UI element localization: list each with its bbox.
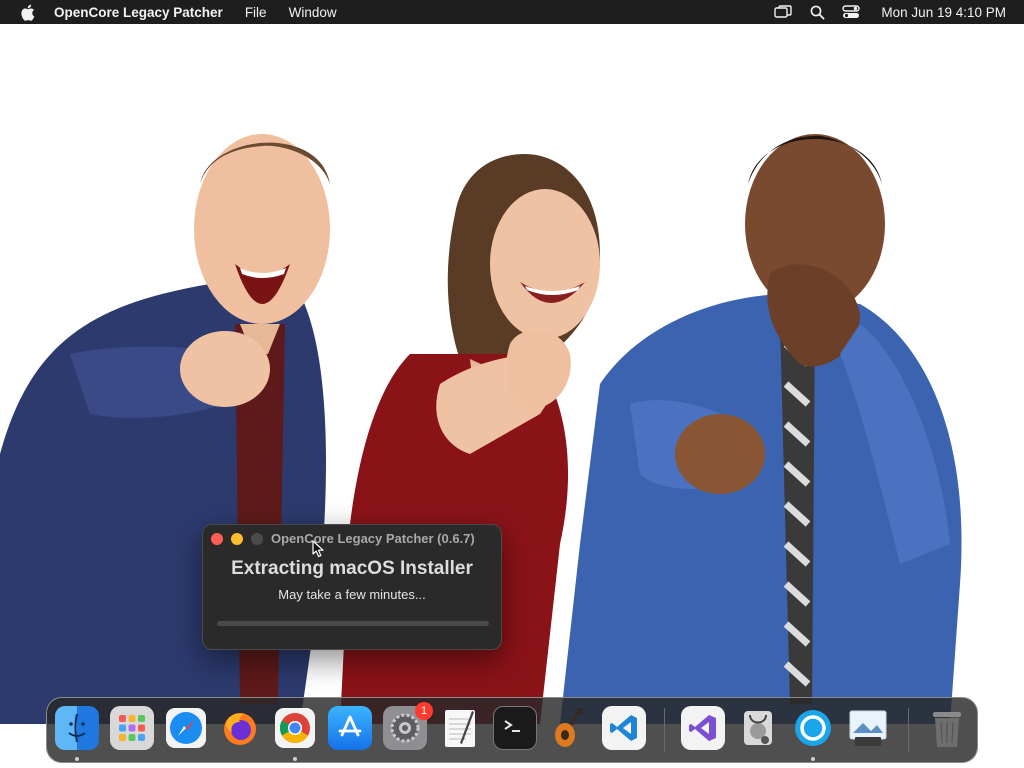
dock-chrome-running-indicator [293, 757, 297, 761]
dock-vscode[interactable] [602, 706, 646, 750]
textedit-icon [445, 710, 475, 747]
vscode-icon [610, 715, 637, 741]
launchpad-grid-icon [119, 715, 145, 741]
dialog-subtitle: May take a few minutes... [278, 587, 426, 602]
dock-preview[interactable] [846, 706, 890, 750]
menu-bar: OpenCore Legacy Patcher File Window Mon … [0, 0, 1024, 24]
window-titlebar[interactable]: OpenCore Legacy Patcher (0.6.7) [203, 525, 501, 553]
dock-launchpad[interactable] [110, 706, 154, 750]
window-close-button[interactable] [211, 533, 223, 545]
menu-file[interactable]: File [234, 0, 278, 24]
dock-opencore-running-indicator [811, 757, 815, 761]
dock-app-store[interactable] [328, 706, 372, 750]
app-store-icon [338, 715, 362, 737]
dock-safari[interactable] [164, 706, 208, 750]
dock-trash[interactable] [925, 706, 969, 750]
dock-separator [908, 708, 909, 752]
dock-firefox[interactable] [218, 706, 262, 750]
dock-visual-studio[interactable] [681, 706, 725, 750]
dock-separator [664, 708, 665, 752]
wallpaper-person-right [560, 134, 962, 724]
screen-mirroring-icon[interactable] [773, 2, 793, 22]
opencore-ring-icon [795, 710, 831, 746]
wallpaper-people-illustration [0, 134, 962, 724]
installer-progress-window: OpenCore Legacy Patcher (0.6.7) Extracti… [202, 524, 502, 650]
dock-garageband[interactable] [547, 706, 591, 750]
dock: 1 [46, 697, 978, 763]
progress-bar [217, 621, 489, 626]
preview-photos-icon [849, 710, 887, 746]
notification-badge: 1 [415, 702, 433, 720]
menu-window[interactable]: Window [278, 0, 348, 24]
dialog-heading: Extracting macOS Installer [231, 558, 473, 579]
visual-studio-icon [689, 715, 716, 741]
disk-utility-stethoscope-icon [744, 711, 772, 745]
dock-finder[interactable] [55, 706, 99, 750]
dock-finder-running-indicator [75, 757, 79, 761]
chrome-icon [275, 708, 315, 748]
window-title: OpenCore Legacy Patcher (0.6.7) [271, 531, 475, 546]
trash-icon [933, 712, 961, 747]
dock-terminal[interactable] [493, 706, 537, 750]
terminal-prompt-icon [504, 720, 520, 732]
dock-textedit[interactable] [438, 706, 482, 750]
spotlight-search-icon[interactable] [807, 2, 827, 22]
safari-compass-icon [166, 708, 206, 748]
dock-opencore-legacy-patcher[interactable] [791, 706, 835, 750]
finder-icon [68, 713, 86, 743]
menu-app-name[interactable]: OpenCore Legacy Patcher [54, 0, 234, 24]
window-minimize-button[interactable] [231, 533, 243, 545]
desktop-wallpaper [0, 24, 1024, 768]
dock-system-preferences[interactable]: 1 [383, 702, 433, 750]
apple-icon [20, 4, 34, 21]
mouse-cursor-icon [312, 540, 324, 558]
apple-menu[interactable] [0, 0, 54, 24]
dock-disk-utility[interactable] [736, 706, 780, 750]
window-zoom-button[interactable] [251, 533, 263, 545]
menubar-clock[interactable]: Mon Jun 19 4:10 PM [881, 5, 1006, 20]
guitar-icon [555, 708, 583, 747]
dock-chrome[interactable] [273, 706, 317, 750]
control-center-icon[interactable] [841, 2, 861, 22]
firefox-icon [224, 713, 256, 745]
